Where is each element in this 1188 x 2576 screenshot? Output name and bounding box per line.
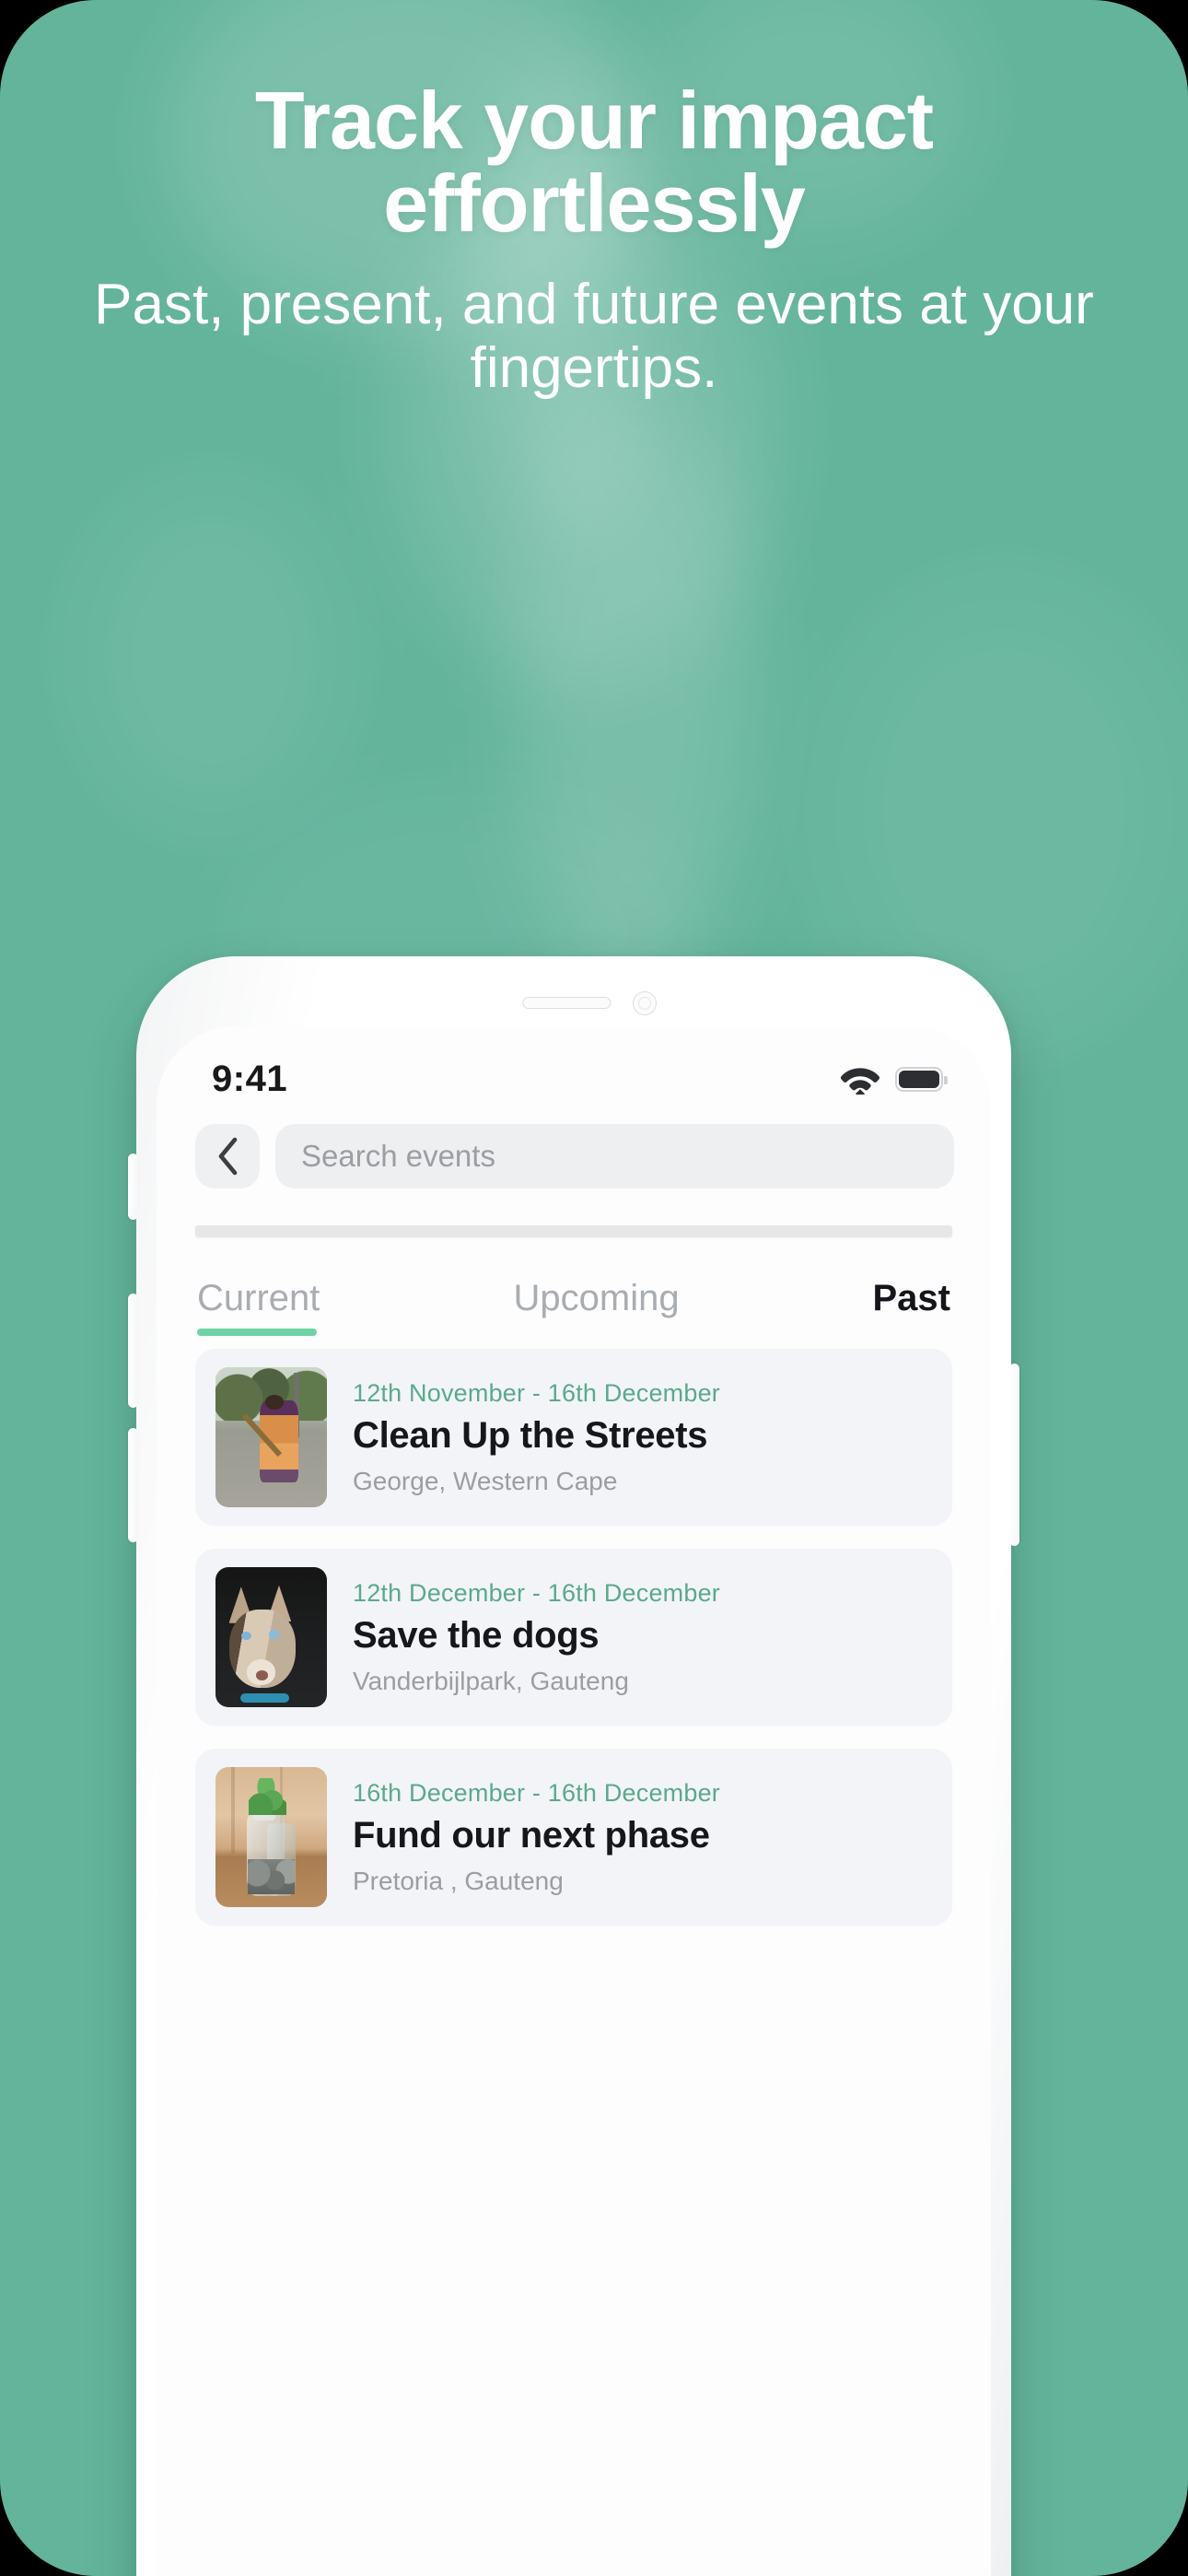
section-divider-bar xyxy=(195,1225,952,1237)
event-thumbnail xyxy=(215,1767,327,1907)
event-title: Fund our next phase xyxy=(353,1814,710,1856)
battery-full-icon xyxy=(895,1066,948,1092)
husky-dog-photo xyxy=(215,1567,327,1707)
event-details: 12th November - 16th December Clean Up t… xyxy=(353,1379,720,1496)
event-title: Clean Up the Streets xyxy=(353,1414,708,1456)
phone-screen: 9:41 Search events Current Upcoming Past… xyxy=(157,1026,991,2576)
background-texture-5 xyxy=(74,479,350,829)
event-details: 16th December - 16th December Fund our n… xyxy=(353,1779,720,1896)
event-thumbnail xyxy=(215,1567,327,1707)
promo-poster: Track your impact effortlessly Past, pre… xyxy=(0,0,1188,2576)
event-list-item[interactable]: 12th December - 16th December Save the d… xyxy=(195,1549,952,1726)
poster-copy: Track your impact effortlessly Past, pre… xyxy=(0,0,1188,400)
back-button[interactable] xyxy=(195,1124,260,1188)
chevron-left-icon xyxy=(218,1137,238,1176)
tab-past[interactable]: Past xyxy=(754,1278,951,1336)
front-camera-icon xyxy=(633,991,657,1015)
search-row: Search events xyxy=(157,1104,991,1188)
tab-active-underline xyxy=(197,1329,317,1336)
tab-past-label: Past xyxy=(872,1278,951,1318)
event-tabs: Current Upcoming Past xyxy=(157,1237,991,1336)
poster-headline: Track your impact effortlessly xyxy=(254,75,934,249)
event-location: George, Western Cape xyxy=(353,1466,618,1495)
phone-mockup: 9:41 Search events Current Upcoming Past… xyxy=(128,956,1019,2576)
search-input-placeholder: Search events xyxy=(301,1139,495,1173)
volume-up-button[interactable] xyxy=(128,1294,138,1408)
status-bar: 9:41 xyxy=(157,1026,991,1104)
event-date: 16th December - 16th December xyxy=(353,1778,720,1807)
event-date: 12th November - 16th December xyxy=(353,1378,720,1407)
tab-current-label: Current xyxy=(197,1278,320,1318)
volume-down-button[interactable] xyxy=(128,1428,138,1542)
street-sweeping-photo xyxy=(215,1367,327,1507)
event-details: 12th December - 16th December Save the d… xyxy=(353,1579,720,1696)
event-location: Vanderbijlpark, Gauteng xyxy=(353,1666,629,1695)
status-bar-icons xyxy=(840,1064,948,1095)
status-bar-clock: 9:41 xyxy=(212,1058,288,1099)
tab-current[interactable]: Current xyxy=(197,1278,438,1336)
event-list: 12th November - 16th December Clean Up t… xyxy=(157,1336,991,1926)
background-texture-3 xyxy=(516,396,755,986)
event-title: Save the dogs xyxy=(353,1614,600,1656)
coin-jar-plant-photo xyxy=(215,1767,327,1907)
tab-upcoming[interactable]: Upcoming xyxy=(438,1278,755,1336)
event-list-item[interactable]: 12th November - 16th December Clean Up t… xyxy=(195,1349,952,1526)
tab-upcoming-label: Upcoming xyxy=(513,1278,680,1318)
event-date: 12th December - 16th December xyxy=(353,1578,720,1607)
event-location: Pretoria , Gauteng xyxy=(353,1866,564,1895)
silent-switch-button[interactable] xyxy=(128,1153,138,1220)
event-thumbnail xyxy=(215,1367,327,1507)
earpiece-speaker xyxy=(522,997,611,1009)
poster-subtitle: Past, present, and future events at your… xyxy=(94,272,1094,400)
event-list-item[interactable]: 16th December - 16th December Fund our n… xyxy=(195,1749,952,1926)
power-button[interactable] xyxy=(1009,1364,1019,1546)
wifi-icon xyxy=(840,1067,880,1095)
search-input[interactable]: Search events xyxy=(275,1124,954,1188)
